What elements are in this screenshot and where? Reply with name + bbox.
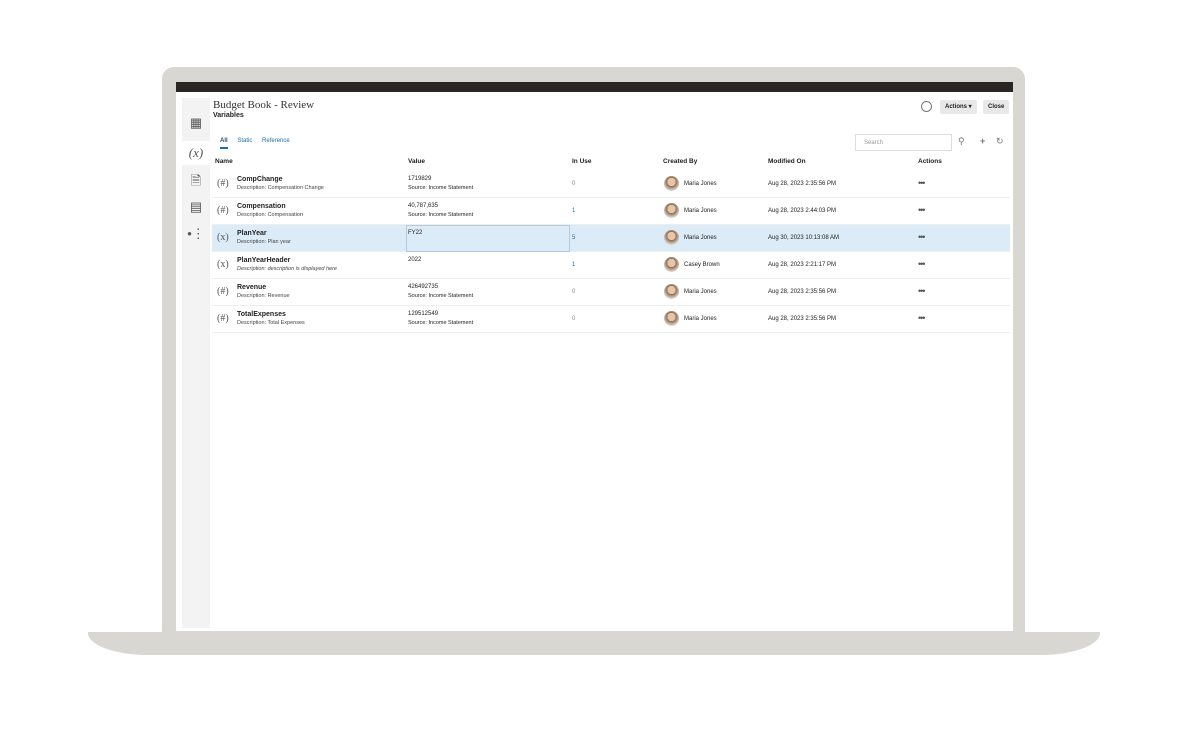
avatar [664,176,679,191]
variable-description: Description: description is displayed he… [237,266,337,272]
col-modified-on[interactable]: Modified On [768,158,806,165]
modified-on: Aug 30, 2023 10:13:08 AM [768,235,840,241]
variable-name[interactable]: PlanYearHeader [237,257,290,264]
more-actions-icon[interactable]: ••• [918,259,926,269]
avatar [664,257,679,272]
hierarchy-icon[interactable]: •⋮ [182,226,210,242]
created-by: Maria Jones [684,181,717,187]
variable-source: Source: Income Statement [408,185,474,191]
more-actions-icon[interactable]: ••• [918,205,926,215]
variable-value: FY22 [408,230,423,236]
table-row[interactable]: (#) TotalExpenses Description: Total Exp… [212,306,1010,333]
in-use-count: 0 [572,181,576,187]
variable-name[interactable]: PlanYear [237,230,267,237]
table-row[interactable]: (x) PlanYearHeader Description: descript… [212,252,1010,279]
table-row[interactable]: (#) Revenue Description: Revenue 4264927… [212,279,1010,306]
top-bar [176,82,1013,92]
variable-value: 129512549 [408,311,439,317]
variable-source: Source: Income Statement [408,320,474,326]
col-name[interactable]: Name [215,158,233,165]
variable-value: 40,787,635 [408,203,439,209]
more-actions-icon[interactable]: ••• [918,178,926,188]
table-row[interactable]: (x) PlanYear Description: Plan year FY22… [212,225,1010,252]
variable-name[interactable]: TotalExpenses [237,311,286,318]
col-created-by[interactable]: Created By [663,158,697,165]
variable-type-icon: (#) [217,286,229,297]
created-by: Maria Jones [684,316,717,322]
in-use-count: 0 [572,289,576,295]
variable-type-icon: (#) [217,205,229,216]
search-document-icon[interactable]: 🗎 [182,172,210,194]
tabs: All Static Reference [220,138,298,149]
variable-description: Description: Revenue [237,293,290,299]
variable-source: Source: Income Statement [408,293,474,299]
avatar [664,230,679,245]
variable-value: 1719829 [408,176,432,182]
screen: ▦ (x) 🗎 ▤ •⋮ Budget Book - Review Variab… [176,82,1013,631]
variable-description: Description: Plan year [237,239,291,245]
report-icon[interactable]: ▤ [182,199,210,215]
laptop-base [88,632,1100,655]
variable-value: 2022 [408,257,422,263]
more-actions-icon[interactable]: ••• [918,313,926,323]
variable-type-icon: (x) [217,259,229,270]
variable-type-icon: (#) [217,313,229,324]
in-use-count: 1 [572,208,576,214]
created-by: Maria Jones [684,289,717,295]
variable-source: Source: Income Statement [408,212,474,218]
variable-name[interactable]: CompChange [237,176,283,183]
add-icon[interactable]: + [980,136,985,146]
avatar [664,203,679,218]
close-button[interactable]: Close [983,100,1010,114]
col-actions: Actions [918,158,942,165]
created-by: Maria Jones [684,235,717,241]
help-icon[interactable] [921,101,932,112]
table-row[interactable]: (#) CompChange Description: Compensation… [212,171,1010,198]
modified-on: Aug 28, 2023 2:35:56 PM [768,289,837,295]
created-by: Maria Jones [684,208,717,214]
col-value[interactable]: Value [408,158,425,165]
avatar [664,284,679,299]
in-use-count: 5 [572,235,576,241]
in-use-count: 1 [572,262,576,268]
modified-on: Aug 28, 2023 2:21:17 PM [768,262,837,268]
tab-reference[interactable]: Reference [262,138,290,144]
tab-static[interactable]: Static [237,138,252,144]
variable-value: 426492735 [408,284,439,290]
col-in-use[interactable]: In Use [572,158,592,165]
tab-all[interactable]: All [220,138,228,149]
table-row[interactable]: (#) Compensation Description: Compensati… [212,198,1010,225]
grid-icon[interactable]: ▦ [182,115,210,131]
variable-description: Description: Total Expenses [237,320,305,326]
in-use-count: 0 [572,316,576,322]
search-input[interactable]: Search [855,134,952,151]
variable-description: Description: Compensation Change [237,185,324,191]
sidebar: ▦ (x) 🗎 ▤ •⋮ [182,98,210,628]
variable-name[interactable]: Compensation [237,203,286,210]
variable-name[interactable]: Revenue [237,284,266,291]
page-subtitle: Variables [213,112,244,119]
search-icon[interactable]: ⚲ [958,136,965,147]
more-actions-icon[interactable]: ••• [918,232,926,242]
modified-on: Aug 28, 2023 2:35:56 PM [768,316,837,322]
page-title: Budget Book - Review [213,99,315,111]
variable-type-icon: (#) [217,178,229,189]
modified-on: Aug 28, 2023 2:35:56 PM [768,181,837,187]
more-actions-icon[interactable]: ••• [918,286,926,296]
created-by: Casey Brown [684,262,720,268]
variables-icon[interactable]: (x) [182,141,210,165]
actions-button[interactable]: Actions ▾ [940,100,977,114]
variable-type-icon: (x) [217,232,229,243]
modified-on: Aug 28, 2023 2:44:03 PM [768,208,837,214]
selected-cell [406,225,570,252]
variable-description: Description: Compensation [237,212,304,218]
avatar [664,311,679,326]
refresh-icon[interactable]: ↻ [996,136,1004,147]
